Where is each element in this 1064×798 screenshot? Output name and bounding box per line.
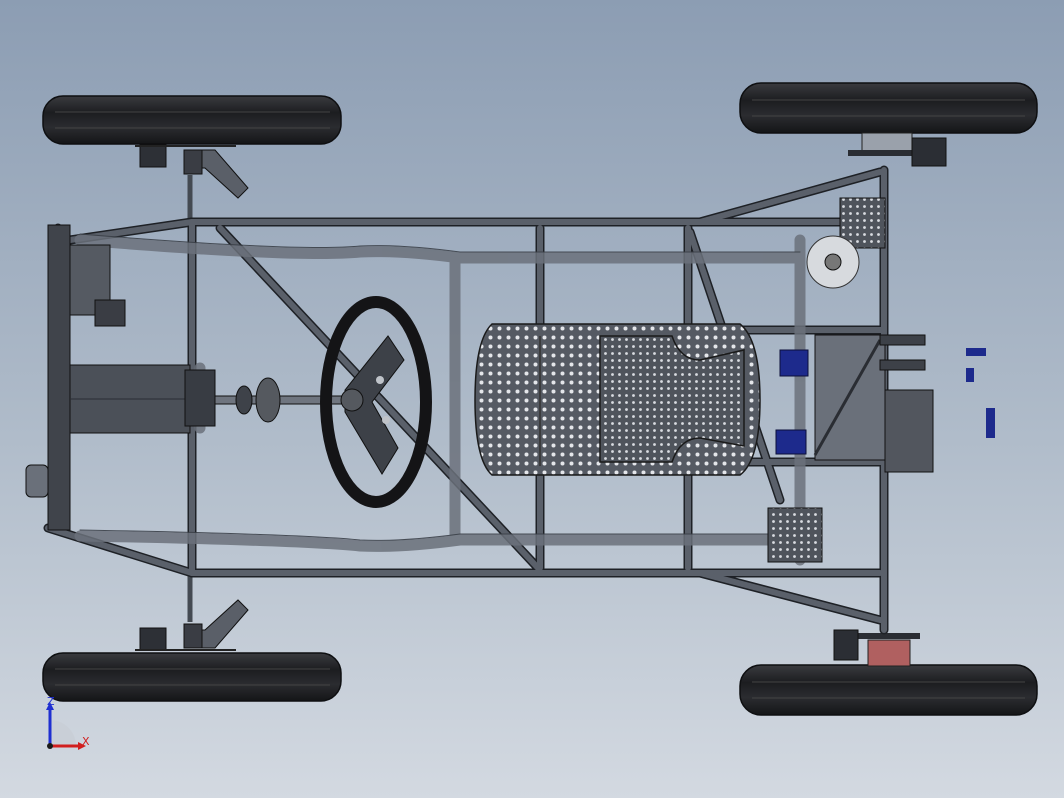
seat — [474, 323, 761, 476]
cad-model-viewport[interactable] — [0, 0, 1064, 798]
x-axis-label: X — [82, 735, 90, 748]
front-knuckle-left — [135, 144, 249, 222]
steering-column — [214, 377, 356, 423]
rear-hub-left — [848, 132, 947, 167]
tire-rear-left — [739, 82, 1038, 134]
rear-hub-right — [833, 629, 920, 667]
brake-caliper-rear — [966, 348, 995, 438]
coordinate-triad: Z X — [38, 694, 98, 760]
front-knuckle-right — [135, 575, 249, 651]
z-axis-label: Z — [47, 695, 55, 708]
front-bulkhead — [25, 224, 216, 531]
tire-rear-right — [739, 664, 1038, 716]
steering-wheel — [320, 296, 432, 508]
triad-plane-icon — [50, 720, 76, 746]
tire-front-left — [42, 95, 342, 145]
brake-caliper-upper — [779, 349, 809, 377]
origin-icon — [47, 743, 53, 749]
brake-caliper-lower — [775, 429, 807, 455]
